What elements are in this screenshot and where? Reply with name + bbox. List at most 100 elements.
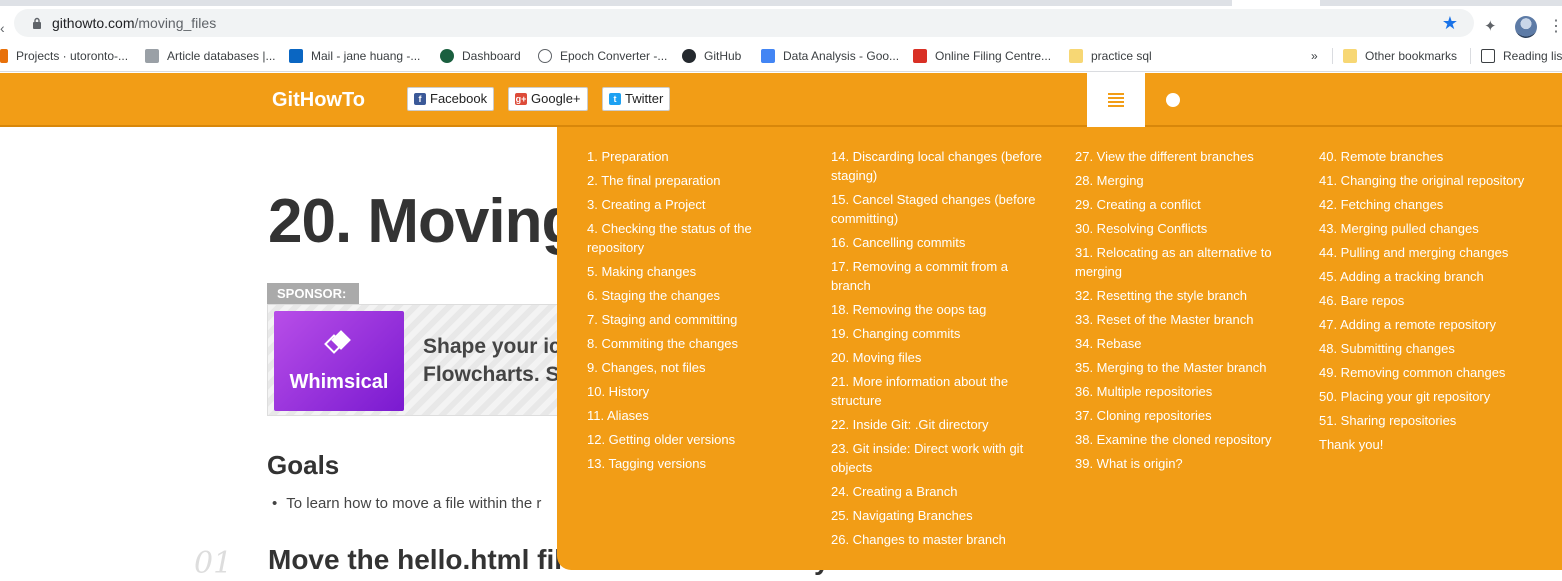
- folder-icon: [1069, 49, 1083, 63]
- toc-link[interactable]: Thank you!: [1319, 435, 1534, 454]
- toc-link[interactable]: 28. Merging: [1075, 171, 1290, 190]
- lock-icon: [33, 17, 41, 29]
- toc-link[interactable]: 12. Getting older versions: [587, 430, 802, 449]
- toc-link[interactable]: 3. Creating a Project: [587, 195, 802, 214]
- toc-link[interactable]: 7. Staging and committing: [587, 310, 802, 329]
- toc-link[interactable]: 40. Remote branches: [1319, 147, 1534, 166]
- toc-link[interactable]: 22. Inside Git: .Git directory: [831, 415, 1046, 434]
- toc-link[interactable]: 36. Multiple repositories: [1075, 382, 1290, 401]
- gitlab-icon: [0, 49, 8, 63]
- toc-link[interactable]: 31. Relocating as an alternative to merg…: [1075, 243, 1290, 281]
- toc-link[interactable]: 35. Merging to the Master branch: [1075, 358, 1290, 377]
- page-title: 20. Moving: [268, 187, 579, 256]
- toc-link[interactable]: 19. Changing commits: [831, 324, 1046, 343]
- toc-link[interactable]: 4. Checking the status of the repository: [587, 219, 802, 257]
- toc-link[interactable]: 10. History: [587, 382, 802, 401]
- toc-link[interactable]: 27. View the different branches: [1075, 147, 1290, 166]
- other-bookmarks-folder[interactable]: Other bookmarks: [1343, 47, 1457, 65]
- toc-link[interactable]: 44. Pulling and merging changes: [1319, 243, 1534, 262]
- back-arrow-icon[interactable]: ‹: [0, 20, 5, 36]
- address-bar-row: ‹ githowto.com/moving_files ★ ✦ ⋮: [0, 6, 1562, 40]
- toc-link[interactable]: 33. Reset of the Master branch: [1075, 310, 1290, 329]
- goals-heading: Goals: [267, 450, 340, 480]
- bookmark-item[interactable]: Data Analysis - Goo...: [761, 47, 899, 65]
- toc-link[interactable]: 38. Examine the cloned repository: [1075, 430, 1290, 449]
- toc-link[interactable]: 49. Removing common changes: [1319, 363, 1534, 382]
- toc-link[interactable]: 41. Changing the original repository: [1319, 171, 1534, 190]
- toc-link[interactable]: 26. Changes to master branch: [831, 530, 1046, 549]
- toc-link[interactable]: 13. Tagging versions: [587, 454, 802, 473]
- toc-link[interactable]: 8. Commiting the changes: [587, 334, 802, 353]
- sponsor-ad[interactable]: Whimsical Shape your ic Flowcharts. S: [267, 304, 567, 416]
- google-plus-share-button[interactable]: g+ Google+: [508, 87, 588, 111]
- toc-link[interactable]: 16. Cancelling commits: [831, 233, 1046, 252]
- toc-link[interactable]: 18. Removing the oops tag: [831, 300, 1046, 319]
- toc-link[interactable]: 15. Cancel Staged changes (before commit…: [831, 190, 1046, 228]
- toc-link[interactable]: 1. Preparation: [587, 147, 802, 166]
- bookmark-item[interactable]: Mail - jane huang -...: [289, 47, 420, 65]
- maple-leaf-icon: [913, 49, 927, 63]
- book-icon: [145, 49, 159, 63]
- google-docs-icon: [761, 49, 775, 63]
- language-globe-icon[interactable]: [1166, 93, 1180, 107]
- toc-menu-button[interactable]: [1087, 73, 1145, 127]
- bookmark-star-icon[interactable]: ★: [1442, 13, 1458, 33]
- toc-link[interactable]: 46. Bare repos: [1319, 291, 1534, 310]
- toc-link[interactable]: 50. Placing your git repository: [1319, 387, 1534, 406]
- toc-link[interactable]: 24. Creating a Branch: [831, 482, 1046, 501]
- sponsor-label: SPONSOR:: [267, 283, 359, 305]
- twitter-icon: t: [609, 93, 621, 105]
- toc-link[interactable]: 11. Aliases: [587, 406, 802, 425]
- bookmark-separator: [1470, 48, 1471, 64]
- clock-icon: [538, 49, 552, 63]
- toc-link[interactable]: 21. More information about the structure: [831, 372, 1046, 410]
- toc-column-3: 27. View the different branches 28. Mergi…: [1075, 147, 1290, 478]
- url-field[interactable]: githowto.com/moving_files ★: [14, 9, 1474, 37]
- toc-link[interactable]: 30. Resolving Conflicts: [1075, 219, 1290, 238]
- bookmark-item[interactable]: Online Filing Centre...: [913, 47, 1051, 65]
- site-navbar: GitHowTo f Facebook g+ Google+ t Twitter: [0, 73, 1562, 127]
- toc-link[interactable]: 23. Git inside: Direct work with git obj…: [831, 439, 1046, 477]
- toc-link[interactable]: 45. Adding a tracking branch: [1319, 267, 1534, 286]
- bookmarks-overflow-button[interactable]: »: [1311, 47, 1318, 65]
- toc-link[interactable]: 34. Rebase: [1075, 334, 1290, 353]
- bookmark-item[interactable]: practice sql: [1069, 47, 1152, 65]
- toc-link[interactable]: 6. Staging the changes: [587, 286, 802, 305]
- github-icon: [682, 49, 696, 63]
- toc-link[interactable]: 48. Submitting changes: [1319, 339, 1534, 358]
- step-number: 01: [194, 546, 233, 581]
- toc-link[interactable]: 43. Merging pulled changes: [1319, 219, 1534, 238]
- toc-link[interactable]: 2. The final preparation: [587, 171, 802, 190]
- bookmark-item[interactable]: Dashboard: [440, 47, 521, 65]
- toc-link[interactable]: 29. Creating a conflict: [1075, 195, 1290, 214]
- reading-list-button[interactable]: Reading lis: [1481, 47, 1562, 65]
- outlook-icon: [289, 49, 303, 63]
- bookmark-item[interactable]: Epoch Converter -...: [538, 47, 667, 65]
- toc-link[interactable]: 5. Making changes: [587, 262, 802, 281]
- facebook-share-button[interactable]: f Facebook: [407, 87, 495, 111]
- toc-link[interactable]: 20. Moving files: [831, 348, 1046, 367]
- toc-link[interactable]: 39. What is origin?: [1075, 454, 1290, 473]
- toc-column-2: 14. Discarding local changes (before sta…: [831, 147, 1046, 554]
- twitter-share-button[interactable]: t Twitter: [602, 87, 671, 111]
- toc-link[interactable]: 9. Changes, not files: [587, 358, 802, 377]
- toc-link[interactable]: 14. Discarding local changes (before sta…: [831, 147, 1046, 185]
- toc-link[interactable]: 25. Navigating Branches: [831, 506, 1046, 525]
- toc-link[interactable]: 51. Sharing repositories: [1319, 411, 1534, 430]
- url-text: githowto.com/moving_files: [52, 15, 217, 31]
- toc-link[interactable]: 17. Removing a commit from a branch: [831, 257, 1046, 295]
- extensions-puzzle-icon[interactable]: ✦: [1484, 18, 1502, 36]
- profile-avatar[interactable]: [1515, 16, 1537, 38]
- site-logo-link[interactable]: GitHowTo: [272, 89, 365, 112]
- toc-column-4: 40. Remote branches 41. Changing the orig…: [1319, 147, 1534, 459]
- toc-link[interactable]: 37. Cloning repositories: [1075, 406, 1290, 425]
- toc-link[interactable]: 32. Resetting the style branch: [1075, 286, 1290, 305]
- google-plus-icon: g+: [515, 93, 527, 105]
- bookmark-item[interactable]: Article databases |...: [145, 47, 276, 65]
- bookmark-item[interactable]: Projects · utoronto-...: [0, 47, 128, 65]
- bookmark-item[interactable]: GitHub: [682, 47, 741, 65]
- toc-link[interactable]: 42. Fetching changes: [1319, 195, 1534, 214]
- toc-link[interactable]: 47. Adding a remote repository: [1319, 315, 1534, 334]
- browser-menu-icon[interactable]: ⋮: [1548, 18, 1562, 36]
- whimsical-logo: Whimsical: [274, 311, 404, 411]
